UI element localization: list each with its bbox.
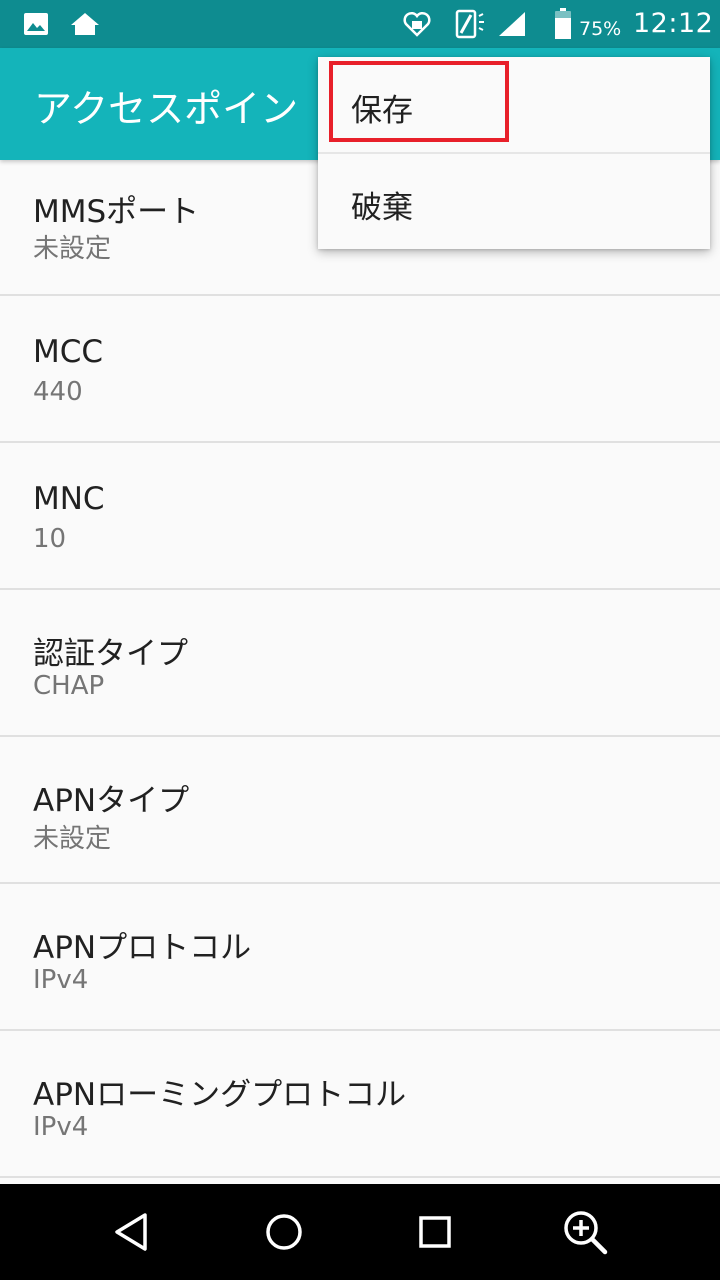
clock: 12:12	[633, 8, 714, 39]
setting-label: APNプロトコル	[33, 930, 252, 966]
setting-item-apn-roaming-protocol[interactable]: APNローミングプロトコル IPv4	[0, 1031, 720, 1178]
battery-percent: 75%	[579, 18, 622, 40]
setting-label: MMSポート	[33, 194, 200, 230]
setting-label: APNローミングプロトコル	[33, 1077, 407, 1113]
vibrate-icon	[452, 0, 488, 48]
back-icon[interactable]	[86, 1184, 176, 1280]
menu-item-save[interactable]: 保存	[318, 57, 710, 153]
setting-item-mnc[interactable]: MNC 10	[0, 443, 720, 590]
setting-value: CHAP	[33, 671, 105, 701]
signal-icon	[496, 0, 528, 48]
image-icon	[22, 0, 50, 48]
setting-item-apn-type[interactable]: APNタイプ 未設定	[0, 737, 720, 884]
menu-item-label: 保存	[351, 93, 413, 129]
wellness-icon	[400, 0, 434, 48]
home-circle-icon[interactable]	[239, 1184, 329, 1280]
battery-icon	[551, 0, 575, 48]
status-bar: 75% 12:12	[0, 0, 720, 48]
setting-label: MNC	[33, 481, 105, 517]
setting-item-apn-protocol[interactable]: APNプロトコル IPv4	[0, 884, 720, 1031]
setting-value: 未設定	[33, 824, 112, 854]
page-title: アクセスポイン	[34, 87, 299, 131]
setting-value: 10	[33, 524, 67, 554]
setting-label: 認証タイプ	[33, 636, 188, 672]
navigation-bar	[0, 1184, 720, 1280]
setting-value: IPv4	[33, 965, 89, 995]
setting-value: 440	[33, 377, 83, 407]
menu-item-discard[interactable]: 破棄	[318, 154, 710, 250]
setting-item-auth-type[interactable]: 認証タイプ CHAP	[0, 590, 720, 737]
setting-label: MCC	[33, 334, 104, 370]
setting-value: 未設定	[33, 234, 112, 264]
setting-value: IPv4	[33, 1112, 89, 1142]
setting-label: APNタイプ	[33, 783, 190, 819]
setting-item-mcc[interactable]: MCC 440	[0, 296, 720, 443]
settings-list: MMSポート 未設定 MCC 440 MNC 10 認証タイプ CHAP APN…	[0, 160, 720, 1178]
menu-item-label: 破棄	[351, 190, 413, 226]
home-icon	[68, 0, 102, 48]
overflow-menu: 保存 破棄	[318, 57, 710, 249]
zoom-in-icon[interactable]	[540, 1184, 630, 1280]
recents-icon[interactable]	[390, 1184, 480, 1280]
